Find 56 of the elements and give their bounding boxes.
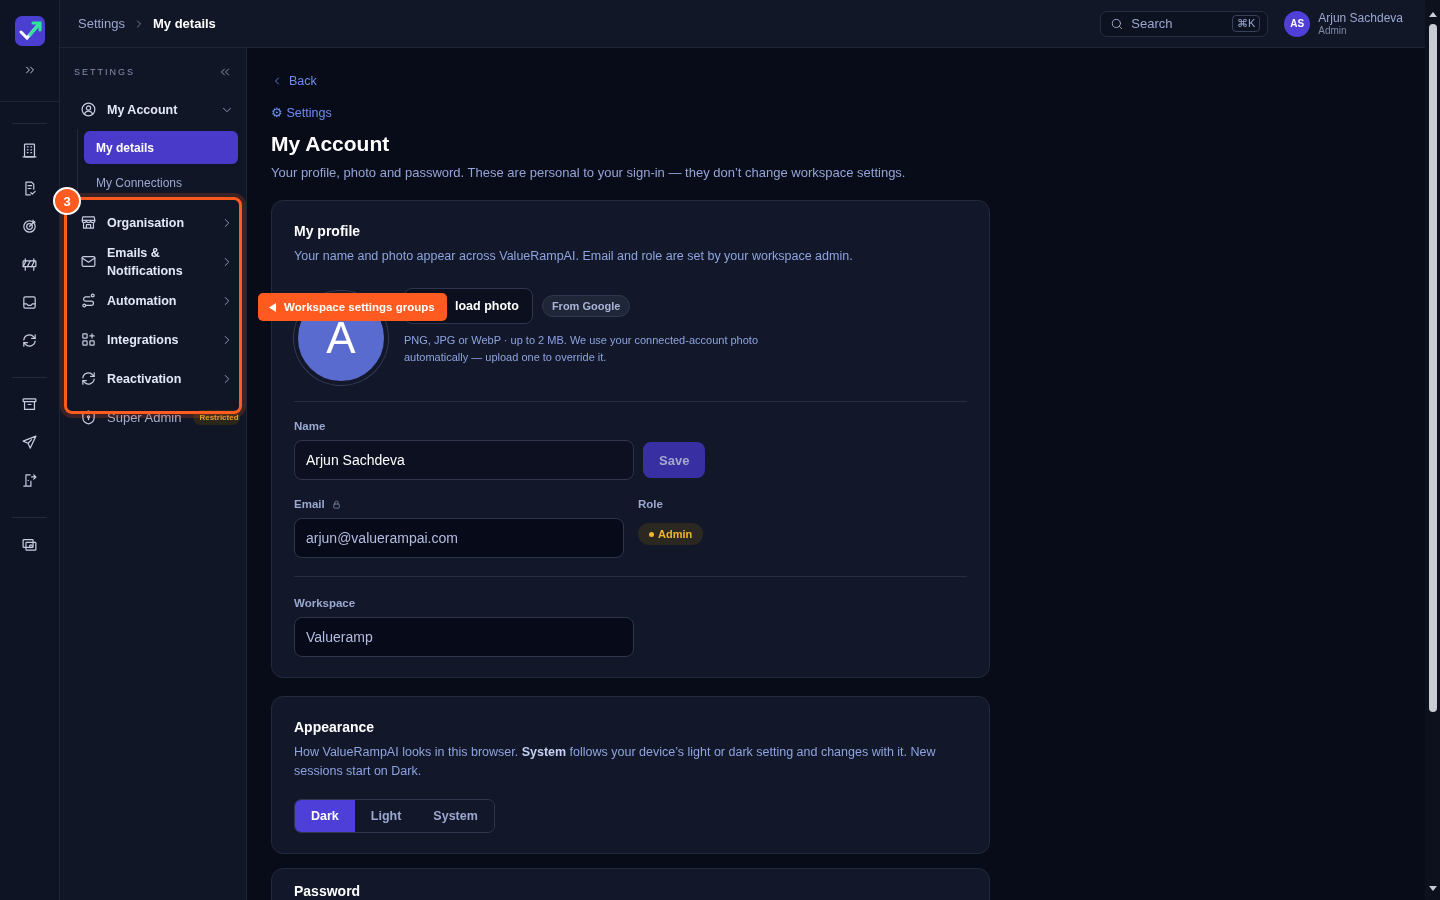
route-icon [80,292,97,309]
photo-hint: PNG, JPG or WebP · up to 2 MB. We use your connected-account photo automatically — upload one to override it. [404,333,759,365]
field-label: Email [294,498,325,510]
send-icon[interactable] [21,433,38,451]
user-role: Admin [1318,25,1348,36]
card-title: Password [294,883,362,899]
breadcrumb-link[interactable]: Settings [78,16,125,31]
nav-subitem[interactable]: My Connections [84,166,238,199]
user-icon [80,101,97,118]
mail-icon [80,253,97,270]
theme-option[interactable]: Dark [295,800,355,832]
card-description: Your name and photo appear across ValueRampAI. Email and role are set by your workspace admin. [294,248,854,265]
collapse-icon[interactable] [218,65,232,79]
user-name: Arjun Sachdeva [1318,11,1403,25]
refresh-icon[interactable] [21,331,38,349]
refresh-icon [80,370,97,387]
input-field[interactable]: Arjun Sachdeva [294,440,634,480]
page-subtitle: Your profile, photo and password. These are personal to your sign-in — they don’t change workspace settings. [271,165,907,180]
barrier-icon[interactable] [21,255,38,273]
card-description: How ValueRampAI looks in this browser. System follows your device’s light or dark setting and changes with it. New sessions start on Dark. [294,744,937,780]
archive-icon[interactable] [21,395,38,413]
theme-option[interactable]: Light [354,800,418,832]
nav-item[interactable]: Integrations [74,320,246,359]
source-tag: From Google [541,295,631,317]
inbox-icon[interactable] [21,293,38,311]
nav-item[interactable]: My Account [74,90,246,129]
back-link[interactable]: Back [271,74,1425,88]
nav-item[interactable]: Reactivation [74,359,246,398]
input-field[interactable]: Valueramp [294,617,634,657]
input-field[interactable]: arjun@valuerampai.com [294,518,624,558]
settings-link[interactable]: ⚙ Settings [271,105,1425,120]
search-icon [1110,16,1125,31]
caret-icon [269,302,276,312]
shortcut-key: ⌘K [1231,14,1261,32]
tooltip: Workspace settings groups [258,293,447,321]
field-label: Workspace [294,597,356,609]
building-icon[interactable] [21,141,38,159]
target-icon[interactable] [21,217,38,235]
nav-item[interactable]: Emails & Notifications [74,242,246,281]
store-icon [80,214,97,231]
nav-subitem[interactable]: My details [84,131,238,164]
scrollbar[interactable] [1425,0,1440,900]
card-title: My profile [294,223,362,239]
exit-icon[interactable] [21,471,38,489]
theme-option[interactable]: System [417,800,494,832]
page-title: My Account [271,132,391,156]
user-avatar[interactable]: AS [1284,10,1311,37]
role-badge: Admin [638,523,704,545]
shield-icon [80,409,97,426]
card-title: Appearance [294,719,376,735]
section-heading: SETTINGS [74,67,135,77]
field-label: Role [638,498,663,510]
field-label: Name [294,420,326,432]
grid-icon [80,331,97,348]
nav-item[interactable]: Automation [74,281,246,320]
app-logo[interactable] [14,16,45,46]
